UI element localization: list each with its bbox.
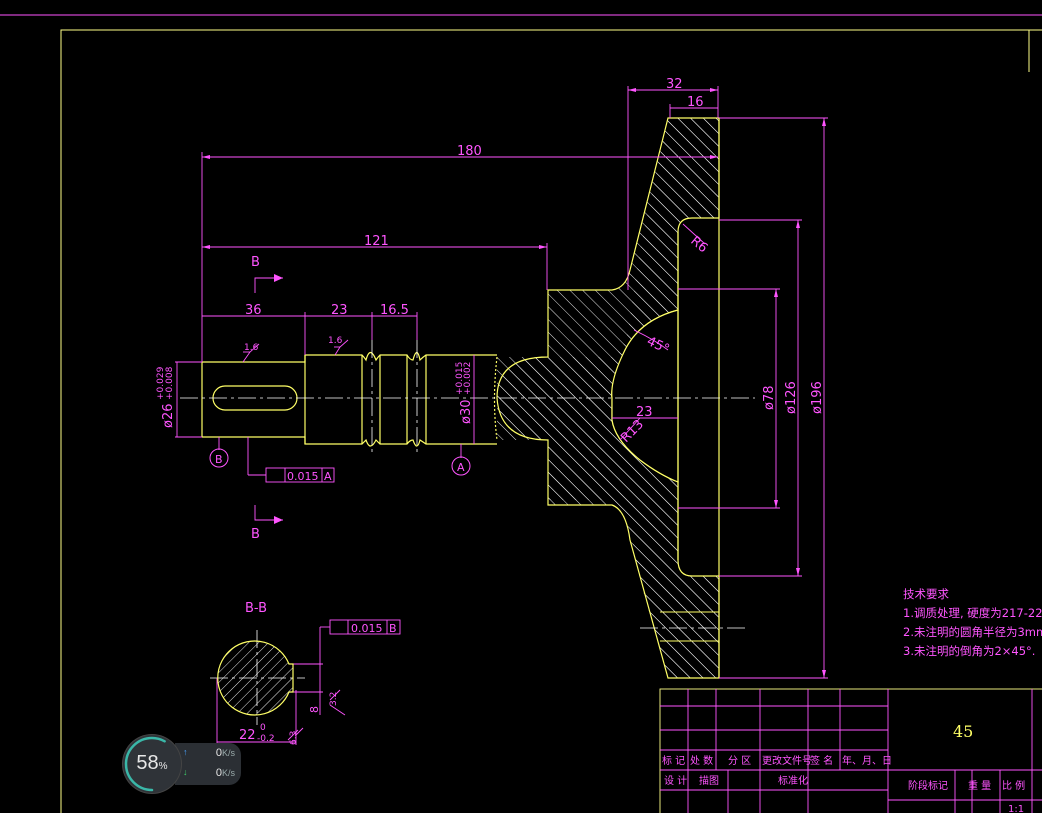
material-45: 45 bbox=[953, 722, 973, 741]
download-speed: ↓ 0K/s bbox=[183, 767, 239, 783]
tb-sign: 签 名 bbox=[810, 754, 833, 767]
dim-22: 22 bbox=[239, 728, 256, 743]
symmetry-value: 0.015 bbox=[351, 622, 383, 635]
tb-date: 年、月、日 bbox=[842, 754, 892, 767]
dim-16: 16 bbox=[687, 95, 704, 110]
dim-phi30: ø30 bbox=[459, 400, 474, 425]
cpu-value: 58 bbox=[136, 752, 159, 774]
tb-standard: 标准化 bbox=[778, 774, 808, 787]
network-speed-panel: ↑ 0K/s ↓ 0K/s bbox=[175, 743, 241, 785]
dim-32: 32 bbox=[666, 77, 683, 92]
title-block-text: 45 标 记 处 数 分 区 更改文件号 签 名 年、月、日 设 计 描图 标准… bbox=[662, 722, 1025, 813]
note-3: 3.未注明的倒角为2×45°. bbox=[903, 644, 1035, 658]
download-arrow-icon: ↓ bbox=[183, 767, 188, 777]
cpu-usage-text: 58% bbox=[123, 752, 181, 775]
dim-6-3: 6.3 bbox=[289, 731, 299, 745]
dim-23a: 23 bbox=[331, 303, 348, 318]
dim-121: 121 bbox=[364, 234, 389, 249]
dim-22-tol-lo: -0.2 bbox=[257, 734, 275, 744]
upload-speed: ↑ 0K/s bbox=[183, 747, 239, 763]
dim-22-tol-up: 0 bbox=[260, 723, 266, 733]
datum-a-label: A bbox=[457, 461, 465, 474]
tb-stage-mark: 阶段标记 bbox=[908, 779, 948, 792]
tb-scale: 比 例 bbox=[1002, 779, 1025, 792]
tb-zone: 分 区 bbox=[728, 755, 751, 767]
datum-markers bbox=[209, 448, 471, 476]
runout-datum: A bbox=[324, 470, 332, 483]
upload-unit: K/s bbox=[221, 748, 235, 758]
dim-phi196: ø196 bbox=[810, 381, 825, 414]
tb-weight: 重 量 bbox=[968, 779, 991, 792]
download-unit: K/s bbox=[221, 768, 235, 778]
dim-180: 180 bbox=[457, 144, 482, 159]
dim-16-5: 16.5 bbox=[380, 303, 409, 318]
tb-qty: 处 数 bbox=[690, 754, 713, 767]
cpu-unit: % bbox=[158, 761, 168, 772]
dim-3-2: 3.2 bbox=[329, 692, 339, 706]
dim-r6: R6 bbox=[687, 234, 710, 257]
dim-8: 8 bbox=[308, 706, 321, 713]
tb-mark: 标 记 bbox=[662, 755, 685, 767]
tb-scale-value: 1:1 bbox=[1008, 804, 1024, 813]
dim-phi126: ø126 bbox=[784, 381, 799, 414]
roughness-1: 1.6 bbox=[244, 343, 259, 353]
roughness-2: 1.6 bbox=[328, 336, 343, 346]
section-label-bottom: B bbox=[251, 527, 260, 542]
dim-phi26: ø26 bbox=[161, 404, 176, 429]
upload-arrow-icon: ↑ bbox=[183, 747, 188, 757]
technical-requirements: 技术要求 1.调质处理, 硬度为217-225 2.未注明的圆角半径为3mm 3… bbox=[903, 587, 1042, 658]
dim-23b: 23 bbox=[636, 405, 653, 420]
tb-drawing: 描图 bbox=[699, 774, 719, 787]
section-label-top: B bbox=[251, 255, 260, 270]
tb-change-doc: 更改文件号 bbox=[762, 754, 812, 767]
note-1: 1.调质处理, 硬度为217-225 bbox=[903, 606, 1042, 620]
title-block bbox=[659, 688, 1042, 813]
shaft-geometry bbox=[201, 351, 498, 447]
symmetry-datum: B bbox=[389, 622, 397, 635]
dim-36: 36 bbox=[245, 303, 262, 318]
section-b-b-view bbox=[217, 640, 294, 716]
notes-title: 技术要求 bbox=[903, 587, 949, 601]
dim-phi78: ø78 bbox=[762, 386, 777, 411]
performance-monitor-widget[interactable]: ↑ 0K/s ↓ 0K/s 58% bbox=[123, 735, 241, 793]
note-2: 2.未注明的圆角半径为3mm bbox=[903, 625, 1042, 639]
dim-phi26-tol-lo: +0.008 bbox=[165, 366, 175, 400]
datum-b-label: B bbox=[215, 453, 223, 466]
tb-design: 设 计 bbox=[664, 774, 687, 787]
dim-phi30-tol-lo: +0.002 bbox=[463, 362, 473, 395]
cad-drawing-canvas[interactable]: 32 16 180 121 36 23 16.5 23 R6 R13 45° ø… bbox=[0, 0, 1042, 813]
section-view-label: B-B bbox=[245, 601, 267, 616]
runout-value: 0.015 bbox=[287, 470, 319, 483]
